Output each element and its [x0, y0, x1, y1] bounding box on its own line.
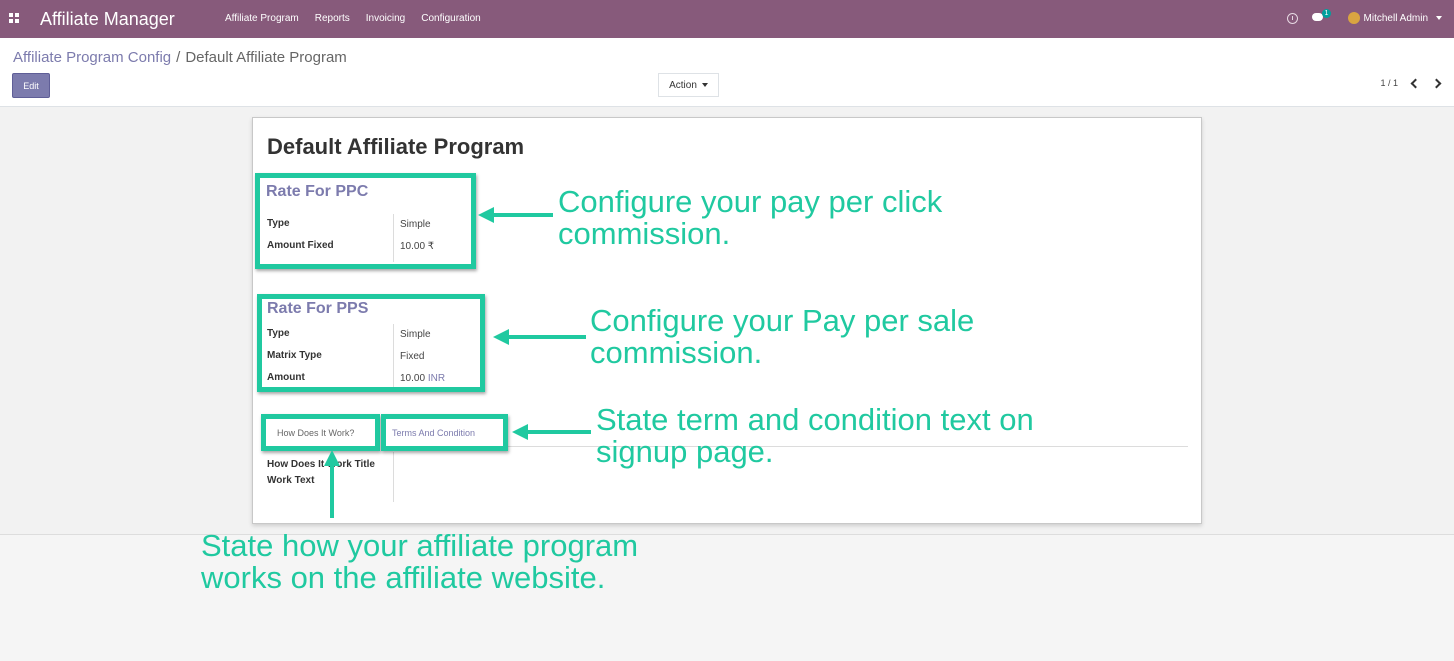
avatar	[1347, 12, 1360, 24]
menu-item-affiliate-program[interactable]: Affiliate Program	[225, 13, 299, 24]
chevron-right-icon[interactable]	[1431, 78, 1442, 88]
pager-value[interactable]: 1 / 1	[1380, 78, 1398, 88]
pps-annotation-text: Configure your Pay per sale commission.	[590, 303, 975, 370]
chat-icon	[1311, 13, 1323, 21]
tab-content-divider	[393, 452, 394, 502]
activity-clock-icon[interactable]	[1286, 12, 1298, 24]
how-annotation-text: State how your affiliate program works o…	[201, 528, 639, 595]
work-text-label: Work Text	[267, 475, 315, 486]
edit-button[interactable]: Edit	[12, 73, 50, 98]
navbar-systray: 1 Mitchell Admin	[1286, 9, 1442, 25]
menu-item-reports[interactable]: Reports	[315, 13, 350, 24]
work-title-label: How Does It Work Title	[267, 459, 375, 470]
action-dropdown-button[interactable]: Action	[658, 73, 719, 97]
terms-annotation-text: State term and condition text on signup …	[596, 402, 1034, 469]
messaging-menu[interactable]: 1	[1311, 9, 1334, 25]
ppc-annotation-text: Configure your pay per click commission.	[558, 184, 943, 251]
app-title[interactable]: Affiliate Manager	[40, 9, 175, 30]
how-tab-highlight-box	[261, 414, 380, 451]
chat-count-badge: 1	[1321, 9, 1332, 18]
terms-tab-highlight-box	[381, 414, 508, 451]
top-navbar: Affiliate Manager Affiliate Program Repo…	[0, 0, 1454, 38]
main-menu: Affiliate Program Reports Invoicing Conf…	[225, 13, 481, 24]
breadcrumb-current: Default Affiliate Program	[185, 49, 347, 66]
menu-item-invoicing[interactable]: Invoicing	[366, 13, 405, 24]
ppc-highlight-box	[255, 173, 476, 269]
record-title: Default Affiliate Program	[267, 134, 525, 159]
caret-down-icon	[701, 83, 708, 87]
apps-menu-icon[interactable]	[9, 13, 19, 23]
action-label: Action	[669, 79, 697, 91]
pps-highlight-box	[257, 294, 485, 392]
user-name: Mitchell Admin	[1363, 12, 1428, 24]
chevron-down-icon	[1436, 16, 1442, 20]
control-panel: Affiliate Program Config / Default Affilia…	[0, 38, 1454, 107]
breadcrumb: Affiliate Program Config / Default Affilia…	[13, 49, 347, 66]
chevron-left-icon[interactable]	[1410, 78, 1421, 88]
pager: 1 / 1	[1380, 78, 1442, 88]
menu-item-configuration[interactable]: Configuration	[421, 13, 480, 24]
breadcrumb-parent-link[interactable]: Affiliate Program Config	[13, 49, 171, 66]
breadcrumb-separator: /	[176, 49, 181, 66]
how-it-work-labels: How Does It Work Title Work Text	[267, 457, 377, 489]
user-menu[interactable]: Mitchell Admin	[1347, 12, 1442, 24]
